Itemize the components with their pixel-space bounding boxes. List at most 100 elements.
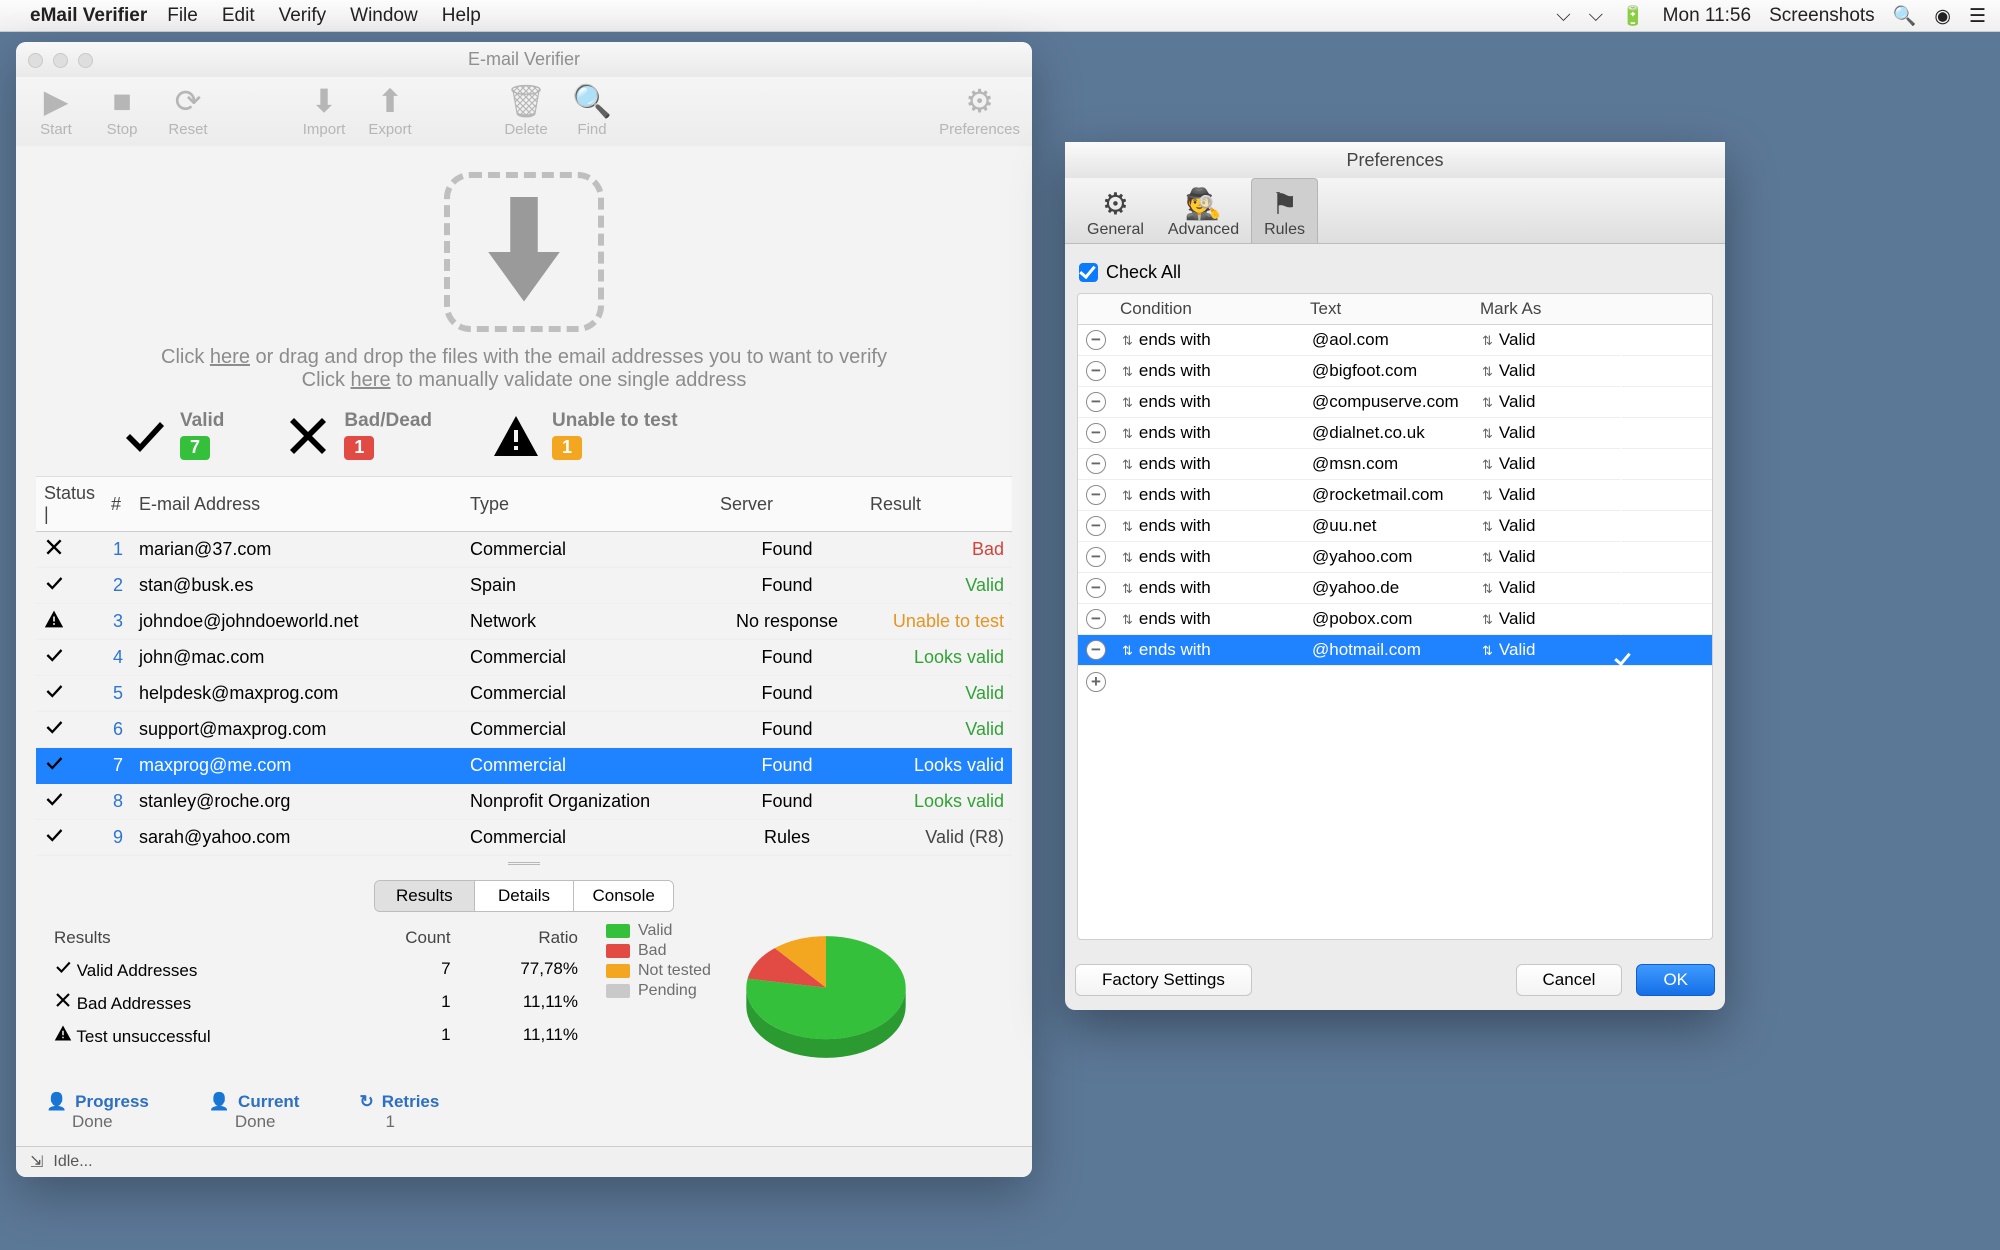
remove-rule-icon[interactable]: −	[1086, 640, 1106, 660]
menubar-app-right[interactable]: Screenshots	[1769, 5, 1875, 27]
dropdown-icon[interactable]: ⇅	[1122, 426, 1139, 441]
spotlight-icon[interactable]: 🔍	[1893, 4, 1917, 28]
remove-rule-icon[interactable]: −	[1086, 423, 1106, 443]
rule-row[interactable]: − ⇅ends with @msn.com ⇅Valid	[1078, 449, 1712, 480]
resize-icon[interactable]: ⇲	[30, 1152, 43, 1172]
rules-table[interactable]: Condition Text Mark As − ⇅ends with @aol…	[1077, 293, 1713, 940]
dropdown-icon[interactable]: ⇅	[1482, 333, 1499, 348]
table-row[interactable]: 8 stanley@roche.org Nonprofit Organizati…	[36, 784, 1012, 820]
menubar-app-name[interactable]: eMail Verifier	[30, 5, 147, 27]
remove-rule-icon[interactable]: −	[1086, 330, 1106, 350]
dropdown-icon[interactable]: ⇅	[1482, 364, 1499, 379]
traffic-min[interactable]	[53, 53, 68, 68]
dropdown-icon[interactable]: ⇅	[1482, 581, 1499, 596]
dropdown-icon[interactable]: ⇅	[1122, 333, 1139, 348]
wifi-icon[interactable]: ⌵	[1589, 5, 1603, 27]
col-mark[interactable]: Mark As	[1472, 294, 1592, 324]
split-handle[interactable]	[16, 856, 1032, 870]
rule-row[interactable]: − ⇅ends with @yahoo.de ⇅Valid	[1078, 573, 1712, 604]
rule-row[interactable]: − ⇅ends with @aol.com ⇅Valid	[1078, 325, 1712, 356]
col-status[interactable]: Status |	[36, 477, 103, 532]
rule-row[interactable]: − ⇅ends with @bigfoot.com ⇅Valid	[1078, 356, 1712, 387]
bluetooth-icon[interactable]: ⌵	[1556, 5, 1570, 27]
table-row[interactable]: 3 johndoe@johndoeworld.net Network No re…	[36, 604, 1012, 640]
ok-button[interactable]: OK	[1636, 964, 1715, 996]
preferences-button[interactable]: ⚙Preferences	[939, 83, 1020, 138]
table-row[interactable]: 6 support@maxprog.com Commercial Found V…	[36, 712, 1012, 748]
results-table[interactable]: Status | # E-mail Address Type Server Re…	[36, 477, 1012, 856]
menu-help[interactable]: Help	[442, 5, 481, 27]
col-text[interactable]: Text	[1302, 294, 1472, 324]
traffic-zoom[interactable]	[78, 53, 93, 68]
dropdown-icon[interactable]: ⇅	[1122, 550, 1139, 565]
pref-tab-advanced[interactable]: 🕵️Advanced	[1156, 179, 1251, 243]
rule-row[interactable]: − ⇅ends with @dialnet.co.uk ⇅Valid	[1078, 418, 1712, 449]
start-button[interactable]: ▶Start	[28, 83, 84, 138]
col-num[interactable]: #	[103, 477, 131, 532]
rule-row[interactable]: − ⇅ends with @hotmail.com ⇅Valid	[1078, 635, 1712, 666]
remove-rule-icon[interactable]: −	[1086, 392, 1106, 412]
cancel-button[interactable]: Cancel	[1516, 964, 1623, 996]
dropdown-icon[interactable]: ⇅	[1482, 519, 1499, 534]
import-button[interactable]: ⬇Import	[296, 83, 352, 138]
dropdown-icon[interactable]: ⇅	[1482, 426, 1499, 441]
menu-file[interactable]: File	[167, 5, 198, 27]
tab-console[interactable]: Console	[573, 881, 673, 910]
traffic-close[interactable]	[28, 53, 43, 68]
delete-button[interactable]: 🗑Delete	[498, 83, 554, 138]
rule-row[interactable]: − ⇅ends with @rocketmail.com ⇅Valid	[1078, 480, 1712, 511]
table-row[interactable]: 1 marian@37.com Commercial Found Bad	[36, 532, 1012, 568]
remove-rule-icon[interactable]: −	[1086, 609, 1106, 629]
table-row[interactable]: 5 helpdesk@maxprog.com Commercial Found …	[36, 676, 1012, 712]
table-row[interactable]: 2 stan@busk.es Spain Found Valid	[36, 568, 1012, 604]
table-row[interactable]: 4 john@mac.com Commercial Found Looks va…	[36, 640, 1012, 676]
drop-zone[interactable]	[444, 172, 604, 332]
remove-rule-icon[interactable]: −	[1086, 361, 1106, 381]
reset-button[interactable]: ⟳Reset	[160, 83, 216, 138]
dropdown-icon[interactable]: ⇅	[1482, 612, 1499, 627]
dropdown-icon[interactable]: ⇅	[1122, 643, 1139, 658]
table-row[interactable]: 7 maxprog@me.com Commercial Found Looks …	[36, 748, 1012, 784]
remove-rule-icon[interactable]: −	[1086, 578, 1106, 598]
tab-details[interactable]: Details	[474, 881, 574, 910]
tab-results[interactable]: Results	[375, 881, 474, 910]
table-row[interactable]: 9 sarah@yahoo.com Commercial Rules Valid…	[36, 820, 1012, 856]
remove-rule-icon[interactable]: −	[1086, 454, 1106, 474]
clock-text[interactable]: Mon 11:56	[1663, 5, 1751, 27]
dropdown-icon[interactable]: ⇅	[1122, 581, 1139, 596]
dropdown-icon[interactable]: ⇅	[1122, 364, 1139, 379]
dropdown-icon[interactable]: ⇅	[1482, 643, 1499, 658]
remove-rule-icon[interactable]: −	[1086, 547, 1106, 567]
menu-window[interactable]: Window	[350, 5, 418, 27]
hint-link-1[interactable]: here	[210, 346, 250, 368]
dropdown-icon[interactable]: ⇅	[1482, 550, 1499, 565]
dropdown-icon[interactable]: ⇅	[1482, 395, 1499, 410]
dropdown-icon[interactable]: ⇅	[1482, 457, 1499, 472]
dropdown-icon[interactable]: ⇅	[1122, 519, 1139, 534]
pref-tab-general[interactable]: ⚙General	[1075, 179, 1156, 243]
add-rule-button[interactable]: +	[1078, 666, 1712, 698]
dropdown-icon[interactable]: ⇅	[1122, 457, 1139, 472]
battery-icon[interactable]: 🔋	[1621, 4, 1645, 28]
dropdown-icon[interactable]: ⇅	[1122, 488, 1139, 503]
remove-rule-icon[interactable]: −	[1086, 485, 1106, 505]
rule-row[interactable]: − ⇅ends with @compuserve.com ⇅Valid	[1078, 387, 1712, 418]
col-condition[interactable]: Condition	[1112, 294, 1302, 324]
hint-link-2[interactable]: here	[351, 369, 391, 391]
factory-settings-button[interactable]: Factory Settings	[1075, 964, 1252, 996]
rule-row[interactable]: − ⇅ends with @pobox.com ⇅Valid	[1078, 604, 1712, 635]
col-result[interactable]: Result	[862, 477, 1012, 532]
menu-edit[interactable]: Edit	[222, 5, 255, 27]
stop-button[interactable]: ■Stop	[94, 83, 150, 138]
find-button[interactable]: 🔍Find	[564, 83, 620, 138]
menu-verify[interactable]: Verify	[279, 5, 327, 27]
remove-rule-icon[interactable]: −	[1086, 516, 1106, 536]
pref-tab-rules[interactable]: ⚑Rules	[1251, 178, 1318, 243]
col-server[interactable]: Server	[712, 477, 862, 532]
col-type[interactable]: Type	[462, 477, 712, 532]
rule-row[interactable]: − ⇅ends with @uu.net ⇅Valid	[1078, 511, 1712, 542]
col-email[interactable]: E-mail Address	[131, 477, 462, 532]
dropdown-icon[interactable]: ⇅	[1122, 612, 1139, 627]
export-button[interactable]: ⬆Export	[362, 83, 418, 138]
notification-center-icon[interactable]: ☰	[1969, 5, 1986, 28]
